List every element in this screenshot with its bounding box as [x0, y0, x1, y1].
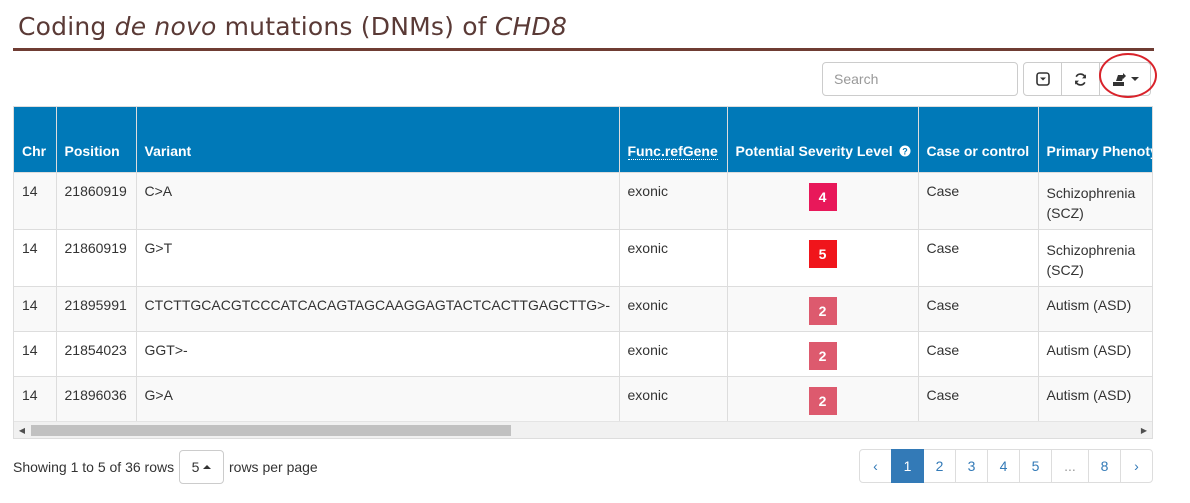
cell-func: exonic: [619, 228, 728, 286]
table-header-row: Chr Position Variant Func.refGene Potent…: [14, 107, 1152, 172]
cell-func: exonic: [619, 330, 728, 376]
column-header-position[interactable]: Position: [56, 107, 137, 172]
cell-func: exonic: [619, 375, 728, 421]
page-button-3[interactable]: 3: [955, 449, 988, 483]
export-icon: [1112, 73, 1126, 86]
cell-chr: 14: [14, 228, 57, 286]
title-underline: [13, 48, 1154, 51]
severity-badge: 2: [808, 386, 837, 415]
cell-severity: 2: [727, 375, 919, 421]
column-header-func-refgene[interactable]: Func.refGene: [619, 107, 728, 172]
column-header-chr[interactable]: Chr: [14, 107, 57, 172]
cell-variant: G>A: [136, 375, 620, 421]
column-header-variant[interactable]: Variant: [136, 107, 620, 172]
cell-variant: G>T: [136, 228, 620, 286]
mutation-table: Chr Position Variant Func.refGene Potent…: [13, 106, 1153, 439]
cell-severity: 2: [727, 285, 919, 331]
cell-case: Case: [918, 375, 1039, 421]
scroll-right-arrow-icon[interactable]: ▶: [1139, 425, 1149, 436]
page-button-4[interactable]: 4: [987, 449, 1020, 483]
rows-per-page-label: rows per page: [229, 459, 318, 475]
page-size-select[interactable]: 5: [179, 450, 224, 484]
severity-badge: 2: [808, 296, 837, 325]
cell-phenotype: Autism (ASD): [1038, 375, 1152, 421]
cell-severity: 4: [727, 171, 919, 229]
next-page-button[interactable]: ›: [1120, 449, 1153, 483]
pagination-info: Showing 1 to 5 of 36 rows: [13, 459, 175, 475]
column-header-phenotype[interactable]: Primary Phenotype: [1038, 107, 1152, 172]
cell-position: 21860919: [56, 228, 137, 286]
table-row[interactable]: 14 21854023 GGT>- exonic 2 Case Autism (…: [14, 330, 1152, 376]
cell-chr: 14: [14, 285, 57, 331]
page-button-2[interactable]: 2: [923, 449, 956, 483]
toggle-view-icon: [1035, 72, 1050, 86]
refresh-button[interactable]: [1061, 62, 1100, 96]
page-button-1[interactable]: 1: [891, 449, 924, 483]
page-button-5[interactable]: 5: [1019, 449, 1052, 483]
scrollbar-thumb[interactable]: [31, 425, 511, 436]
cell-phenotype: Autism (ASD): [1038, 330, 1152, 376]
svg-text:?: ?: [902, 147, 908, 157]
search-input[interactable]: [822, 62, 1018, 96]
cell-case: Case: [918, 285, 1039, 331]
table-row[interactable]: 14 21896036 G>A exonic 2 Case Autism (AS…: [14, 375, 1152, 421]
cell-chr: 14: [14, 171, 57, 229]
cell-phenotype: Schizophrenia (SCZ): [1038, 228, 1152, 286]
help-icon[interactable]: ?: [899, 145, 911, 157]
cell-position: 21854023: [56, 330, 137, 376]
cell-position: 21896036: [56, 375, 137, 421]
cell-position: 21860919: [56, 171, 137, 229]
severity-badge: 2: [808, 341, 837, 370]
cell-variant: CTCTTGCACGTCCCATCACAGTAGCAAGGAGTACTCACTT…: [136, 285, 620, 331]
column-header-severity[interactable]: Potential Severity Level ?: [727, 107, 919, 172]
toggle-view-button[interactable]: [1023, 62, 1062, 96]
column-header-case-control[interactable]: Case or control: [918, 107, 1039, 172]
caret-up-icon: [203, 465, 212, 469]
table-row[interactable]: 14 21860919 C>A exonic 4 Case Schizophre…: [14, 171, 1152, 229]
cell-position: 21895991: [56, 285, 137, 331]
cell-case: Case: [918, 330, 1039, 376]
page-button-8[interactable]: 8: [1088, 449, 1121, 483]
cell-severity: 2: [727, 330, 919, 376]
severity-badge: 4: [808, 182, 837, 211]
horizontal-scrollbar[interactable]: ◀ ▶: [14, 421, 1152, 438]
page-title: Coding de novo mutations (DNMs) of CHD8: [18, 12, 568, 41]
page-ellipsis: ...: [1051, 449, 1089, 483]
cell-variant: C>A: [136, 171, 620, 229]
chevron-down-icon: [1130, 77, 1139, 81]
severity-badge: 5: [808, 239, 837, 268]
cell-chr: 14: [14, 330, 57, 376]
table-row[interactable]: 14 21895991 CTCTTGCACGTCCCATCACAGTAGCAAG…: [14, 285, 1152, 331]
cell-func: exonic: [619, 285, 728, 331]
scroll-left-arrow-icon[interactable]: ◀: [17, 425, 27, 436]
cell-case: Case: [918, 171, 1039, 229]
pagination: ‹ 1 2 3 4 5 ... 8 ›: [859, 449, 1153, 483]
table-toolbar: [1023, 62, 1151, 96]
export-button[interactable]: [1099, 62, 1151, 96]
cell-chr: 14: [14, 375, 57, 421]
cell-case: Case: [918, 228, 1039, 286]
table-row[interactable]: 14 21860919 G>T exonic 5 Case Schizophre…: [14, 228, 1152, 286]
cell-severity: 5: [727, 228, 919, 286]
refresh-icon: [1075, 72, 1086, 86]
prev-page-button[interactable]: ‹: [859, 449, 892, 483]
cell-phenotype: Schizophrenia (SCZ): [1038, 171, 1152, 229]
cell-func: exonic: [619, 171, 728, 229]
cell-variant: GGT>-: [136, 330, 620, 376]
cell-phenotype: Autism (ASD): [1038, 285, 1152, 331]
